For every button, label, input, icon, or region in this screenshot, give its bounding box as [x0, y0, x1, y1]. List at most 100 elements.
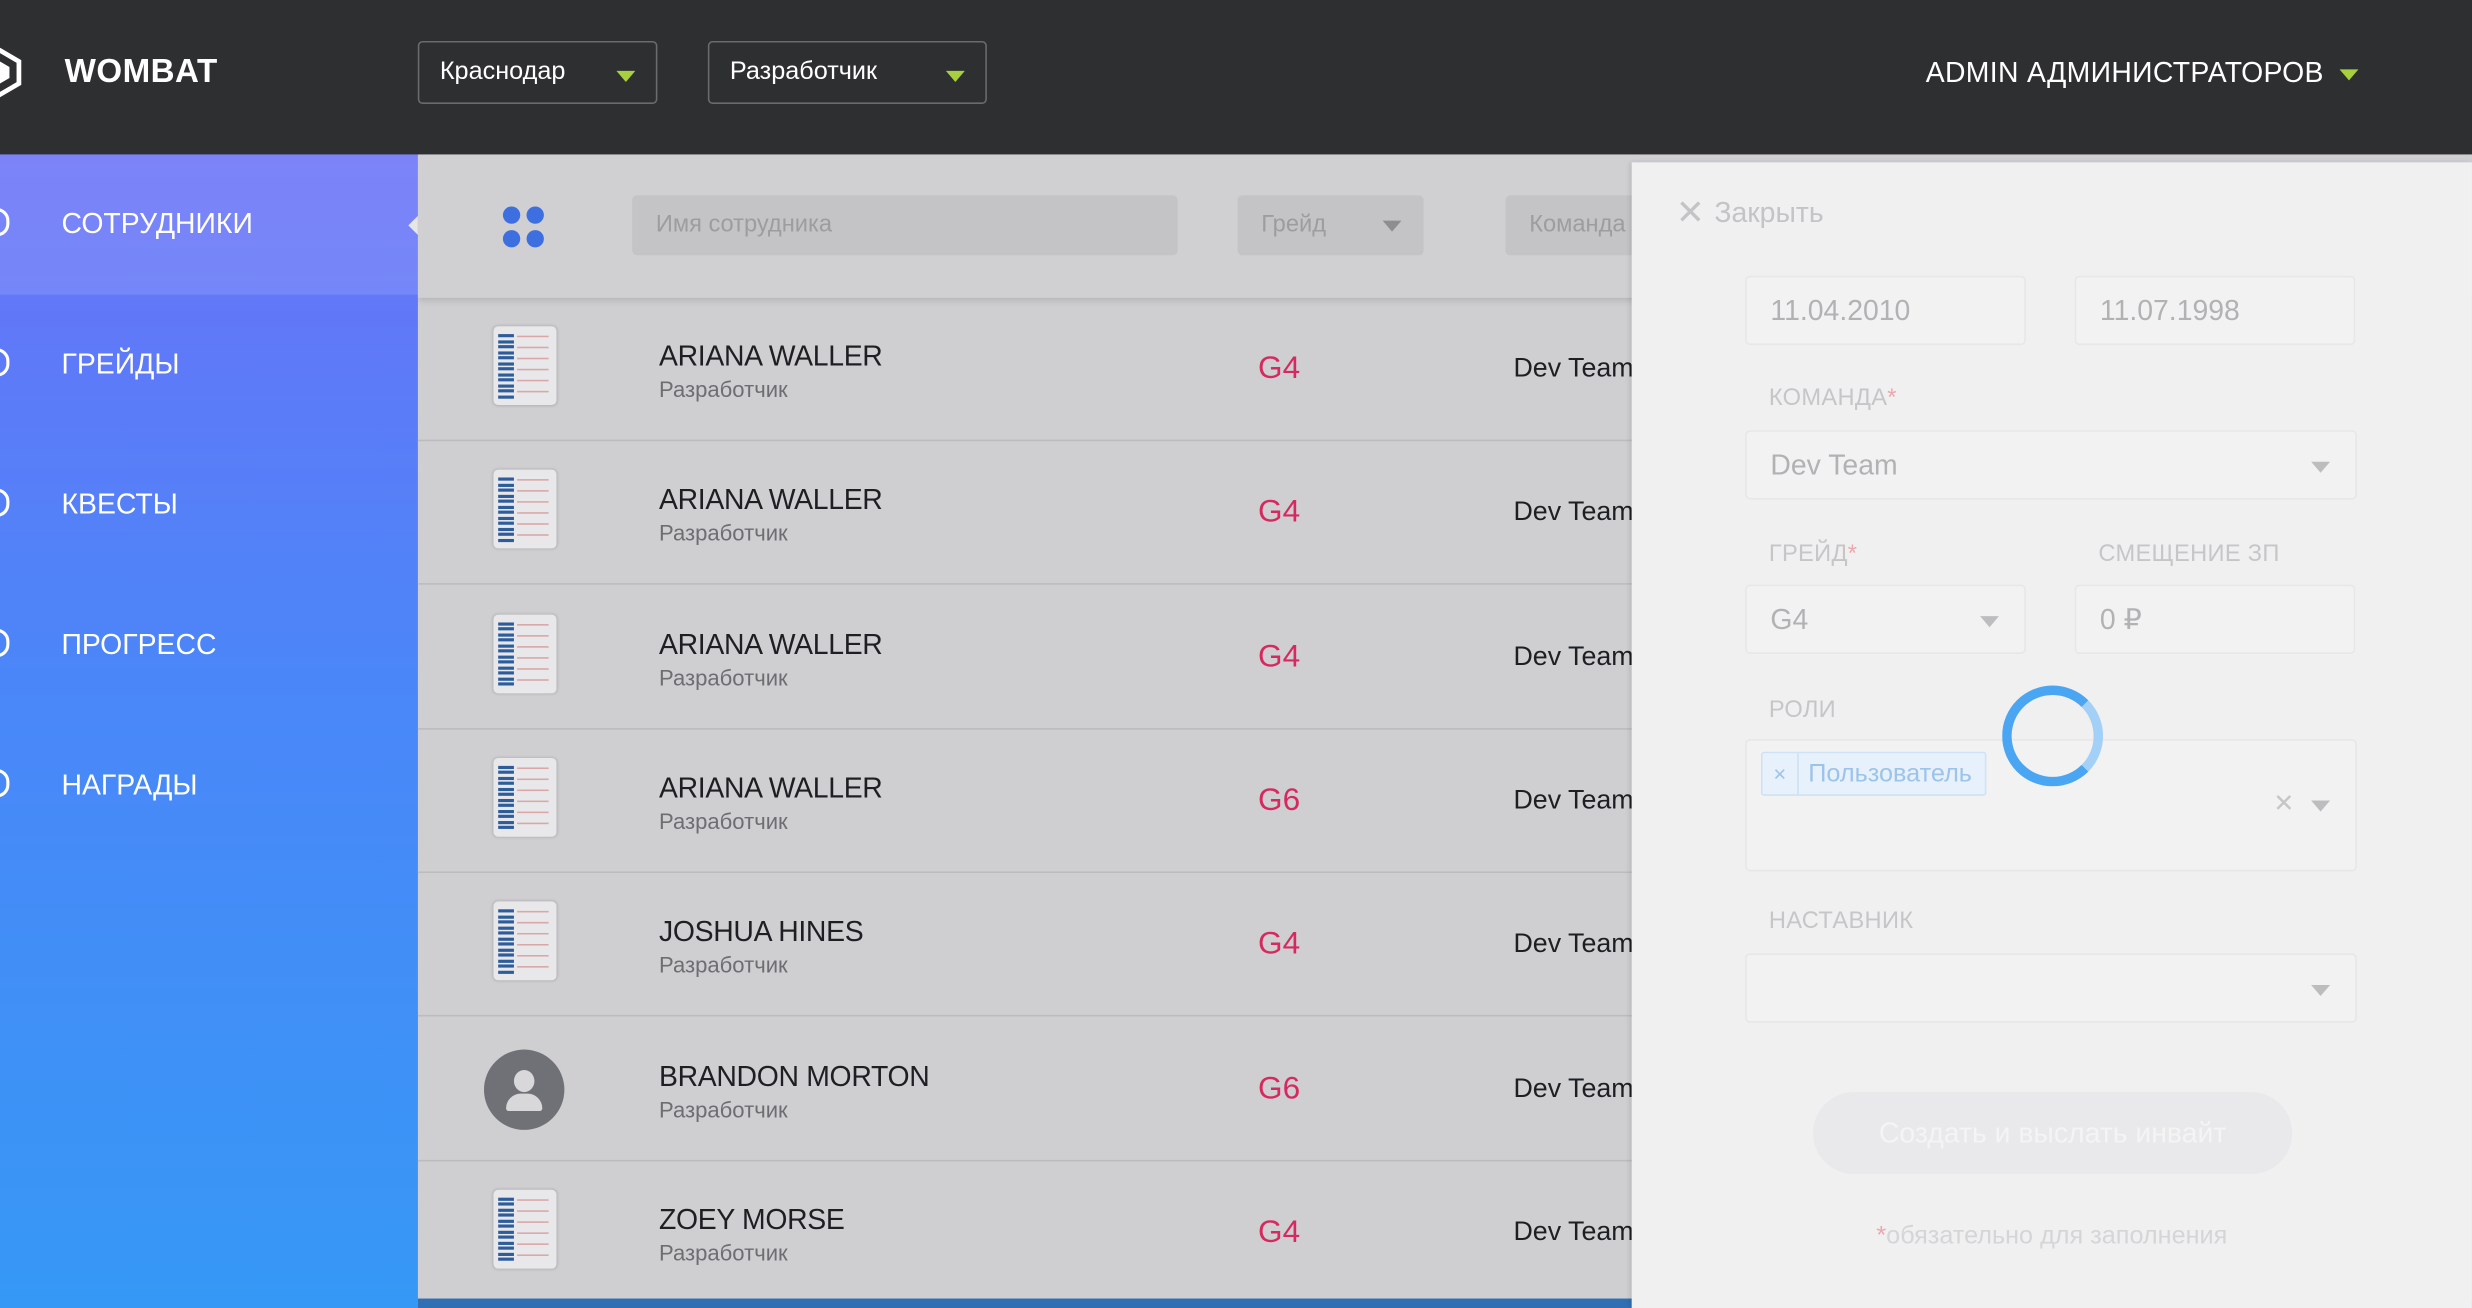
role-select[interactable]: Разработчик: [707, 40, 987, 105]
chevron-down-icon: [1382, 220, 1402, 232]
employee-name: ZOEY MORSE: [658, 1203, 845, 1236]
date-value-1: 11.04.2010: [1770, 294, 1911, 327]
salary-offset-input[interactable]: 0 ₽: [2074, 584, 2356, 654]
role-chip[interactable]: × Пользователь: [1760, 751, 1987, 796]
employee-grade: G4: [1258, 1214, 1301, 1250]
employee-team: Dev Team: [1513, 1216, 1634, 1247]
sidebar: СОТРУДНИКИ ГРЕЙДЫ КВЕСТЫ ПРОГРЕСС НАГРАД…: [0, 154, 420, 1308]
loading-spinner-icon: [2002, 685, 2104, 787]
avatar: [493, 613, 557, 693]
grid-view-icon[interactable]: [501, 205, 545, 249]
quest-icon: [0, 488, 10, 517]
team-select[interactable]: Dev Team: [1745, 430, 2357, 500]
sidebar-item-label: КВЕСТЫ: [61, 488, 178, 521]
employee-grade: G4: [1258, 926, 1301, 962]
list-icon: [0, 348, 10, 377]
employee-position: Разработчик: [658, 664, 788, 690]
chevron-down-icon: [1980, 616, 2000, 628]
employee-name: ARIANA WALLER: [658, 484, 883, 516]
employee-team: Dev Team: [1513, 353, 1634, 383]
mentor-label: НАСТАВНИК: [1768, 907, 1914, 935]
avatar: [483, 1048, 565, 1130]
avatar: [493, 901, 557, 981]
employee-position: Разработчик: [658, 952, 788, 978]
employee-name-input[interactable]: Имя сотрудника: [632, 195, 1178, 256]
employee-grade: G6: [1258, 1070, 1301, 1106]
salary-offset-value: 0 ₽: [2099, 603, 2142, 636]
sidebar-item-label: ГРЕЙДЫ: [61, 348, 180, 380]
grade-label: ГРЕЙД*: [1768, 540, 1858, 568]
team-filter-placeholder: Команда: [1529, 211, 1626, 238]
chevron-down-icon: [2311, 984, 2331, 996]
avatar: [493, 757, 557, 837]
role-chip-label: Пользователь: [1808, 761, 1972, 788]
employee-team: Dev Team: [1513, 928, 1634, 959]
grade-filter-select[interactable]: Грейд: [1237, 195, 1424, 256]
close-icon: ✕: [1675, 192, 1705, 232]
employee-position: Разработчик: [658, 1096, 788, 1122]
employee-name: JOSHUA HINES: [658, 915, 864, 948]
grade-select[interactable]: G4: [1745, 584, 2026, 654]
employee-grade: G4: [1258, 495, 1301, 530]
team-value: Dev Team: [1770, 449, 1898, 481]
chevron-down-icon: [2311, 461, 2331, 473]
chevron-down-icon: [616, 70, 636, 82]
remove-chip-icon[interactable]: ×: [1763, 753, 1799, 795]
date-field-1[interactable]: 11.04.2010: [1745, 275, 2026, 346]
user-menu[interactable]: ADMIN АДМИНИСТРАТОРОВ: [1926, 57, 2359, 90]
progress-icon: [0, 628, 10, 658]
grade-filter-placeholder: Грейд: [1261, 211, 1327, 238]
chevron-down-icon: [2339, 69, 2359, 81]
employee-form-drawer: ✕ Закрыть 11.04.2010 11.07.1998 КОМАНДА* …: [1631, 162, 2472, 1308]
sidebar-item-employees[interactable]: СОТРУДНИКИ: [0, 154, 420, 295]
brand-name: WOMBAT: [64, 53, 218, 90]
employee-team: Dev Team: [1513, 1072, 1634, 1103]
employee-team: Dev Team: [1513, 784, 1634, 815]
roles-label: РОЛИ: [1768, 696, 1837, 724]
employee-grade: G6: [1258, 783, 1301, 818]
employee-position: Разработчик: [658, 376, 788, 402]
required-note: *обязательно для заполнения: [1876, 1222, 2228, 1250]
employee-name: ARIANA WALLER: [658, 628, 883, 660]
sidebar-item-grades[interactable]: ГРЕЙДЫ: [0, 295, 418, 435]
employee-team: Dev Team: [1513, 496, 1634, 527]
date-value-2: 11.07.1998: [2099, 294, 2240, 327]
mentor-select[interactable]: [1745, 953, 2357, 1023]
salary-offset-label: СМЕЩЕНИЕ ЗП: [2098, 540, 2280, 568]
sidebar-item-rewards[interactable]: НАГРАДЫ: [0, 715, 418, 855]
date-field-2[interactable]: 11.07.1998: [2074, 275, 2356, 346]
sidebar-item-progress[interactable]: ПРОГРЕСС: [0, 575, 418, 715]
chevron-down-icon: [945, 70, 965, 82]
shield-icon: [0, 769, 10, 798]
avatar: [493, 470, 557, 549]
employee-grade: G4: [1258, 639, 1301, 674]
employee-position: Разработчик: [658, 1239, 788, 1266]
users-icon: [0, 208, 10, 237]
employee-position: Разработчик: [658, 520, 788, 546]
sidebar-item-label: НАГРАДЫ: [61, 769, 198, 801]
sidebar-item-quests[interactable]: КВЕСТЫ: [0, 435, 418, 575]
close-button[interactable]: ✕ Закрыть: [1675, 191, 1824, 232]
role-select-value: Разработчик: [729, 58, 878, 86]
close-label: Закрыть: [1714, 196, 1824, 229]
employee-name: BRANDON MORTON: [658, 1059, 930, 1092]
clear-roles-icon[interactable]: ✕: [2273, 788, 2294, 820]
city-select-value: Краснодар: [439, 58, 566, 86]
employee-grade: G4: [1258, 351, 1301, 387]
chevron-down-icon: [2311, 800, 2331, 812]
sidebar-item-label: СОТРУДНИКИ: [61, 208, 253, 240]
sidebar-item-label: ПРОГРЕСС: [61, 628, 217, 661]
user-name: ADMIN АДМИНИСТРАТОРОВ: [1925, 56, 2324, 89]
employee-name: ARIANA WALLER: [658, 772, 883, 804]
logo-icon: [0, 47, 22, 98]
employee-position: Разработчик: [658, 808, 788, 834]
create-and-invite-button[interactable]: Создать и выслать инвайт: [1812, 1092, 2293, 1175]
grade-value: G4: [1770, 603, 1809, 636]
city-select[interactable]: Краснодар: [417, 40, 658, 105]
team-label: КОМАНДА*: [1768, 384, 1897, 412]
employee-team: Dev Team: [1513, 640, 1634, 671]
employee-name-placeholder: Имя сотрудника: [655, 211, 833, 238]
top-bar: WOMBAT Краснодар Разработчик ADMIN АДМИН…: [0, 0, 2472, 155]
avatar: [493, 1189, 557, 1269]
employee-name: ARIANA WALLER: [658, 340, 883, 372]
